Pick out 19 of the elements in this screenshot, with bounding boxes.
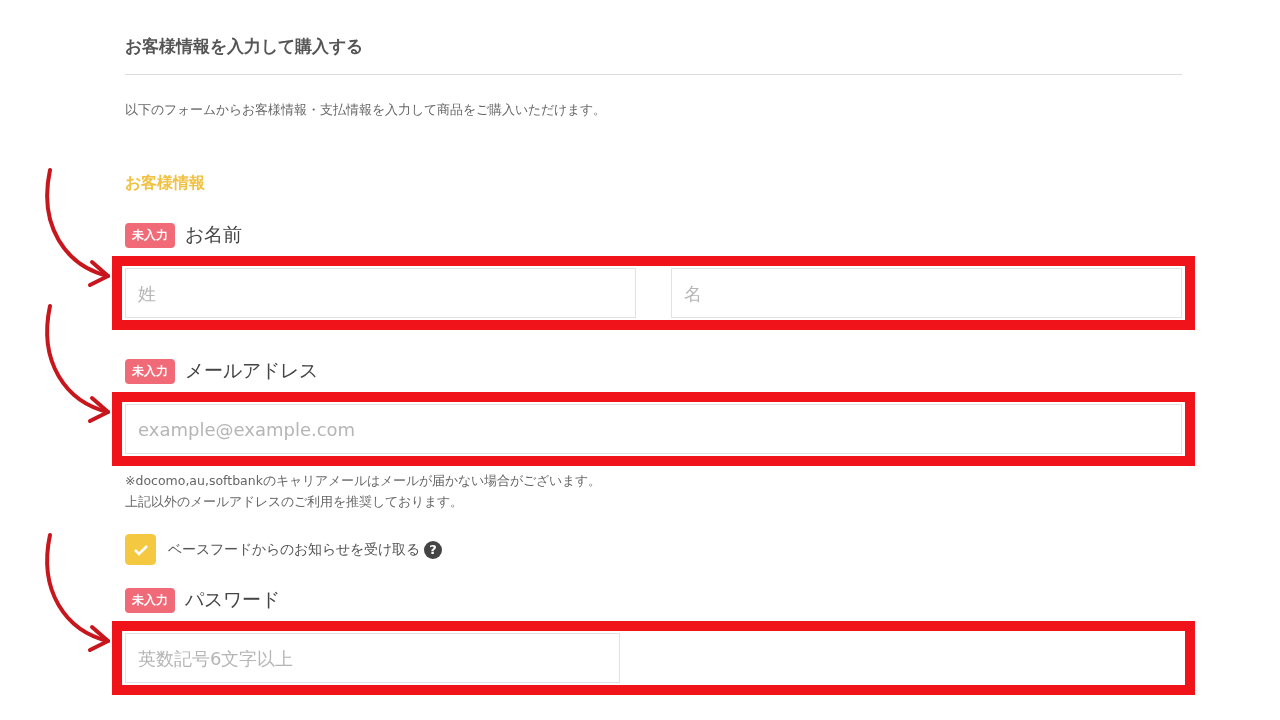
help-icon[interactable]: ? — [424, 540, 442, 559]
input-field[interactable]: 名 — [671, 268, 1182, 318]
required-badge: 未入力 — [125, 587, 175, 613]
input-field[interactable]: 姓 — [125, 268, 636, 318]
page-title: お客様情報を入力して購入する — [125, 32, 1182, 75]
note-text: 上記以外のメールアドレスのご利用を推奨しております。 — [125, 493, 464, 511]
note-text: ※docomo,au,softbankのキャリアメールはメールが届かない場合がございます。 — [125, 472, 602, 490]
intro-text: 以下のフォームからお客様情報・支払情報を入力して商品をご購入いただけます。 — [125, 102, 607, 119]
required-badge: 未入力 — [125, 222, 175, 248]
checkbox-label: ベースフードからのお知らせを受け取る — [168, 540, 420, 559]
field-label: メールアドレス — [185, 358, 318, 383]
check-icon — [132, 543, 149, 556]
checkbox[interactable] — [125, 534, 156, 565]
field-label: パスワード — [185, 587, 280, 612]
input-field[interactable]: example@example.com — [125, 404, 1182, 454]
required-badge: 未入力 — [125, 358, 175, 384]
section-heading: お客様情報 — [125, 173, 206, 194]
field-label: お名前 — [185, 222, 242, 247]
input-field[interactable]: 英数記号6文字以上 — [125, 633, 620, 683]
